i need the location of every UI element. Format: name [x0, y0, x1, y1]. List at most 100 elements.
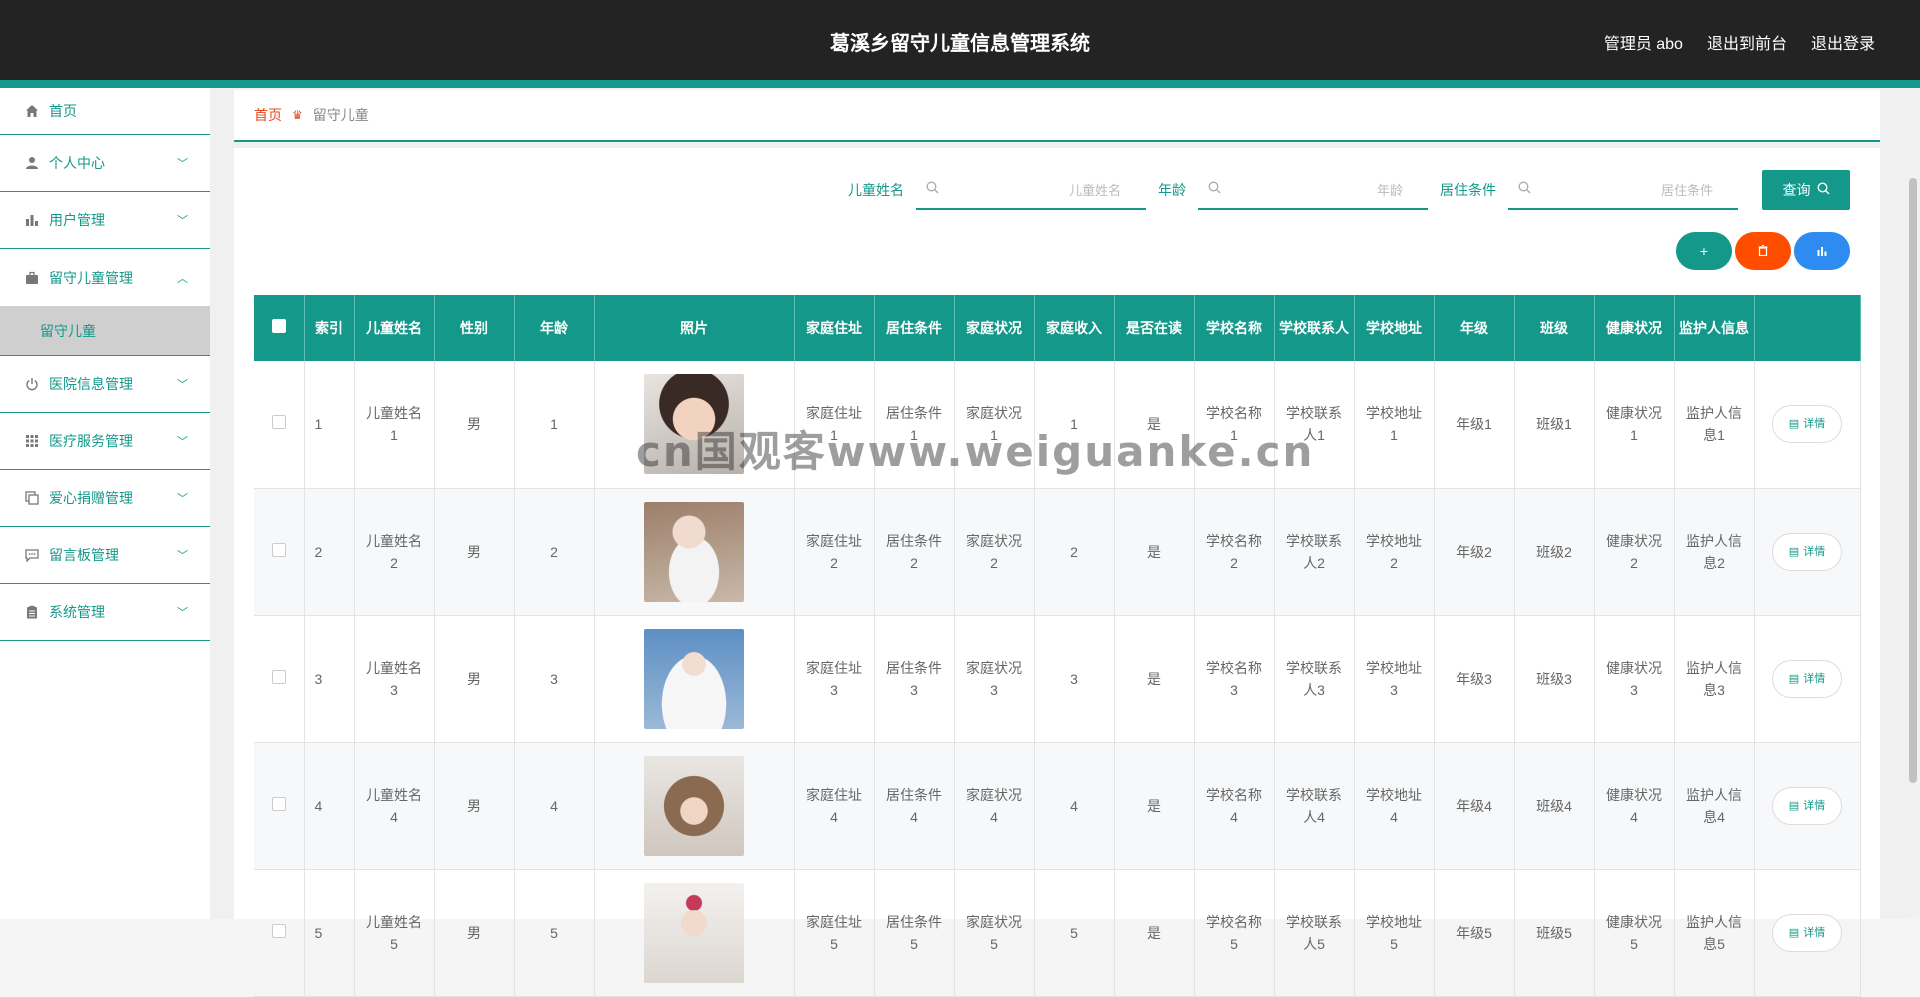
column-header: 监护人信息	[1674, 295, 1755, 361]
living-search-field	[1508, 170, 1738, 210]
breadcrumb-home[interactable]: 首页	[254, 105, 282, 125]
sidebar-item-message-board[interactable]: 留言板管理 ﹀	[0, 527, 210, 584]
detail-button[interactable]: ▤ 详情	[1771, 786, 1843, 825]
cell-school-address: 学校地址2	[1354, 488, 1435, 616]
briefcase-icon	[24, 270, 40, 286]
sidebar-item-label: 医疗服务管理	[49, 433, 133, 449]
age-search-input[interactable]	[1228, 178, 1403, 202]
chevron-down-icon: ﹀	[177, 436, 188, 448]
cell-class: 班级1	[1514, 361, 1595, 489]
search-icon	[1518, 181, 1531, 199]
column-header: 学校名称	[1194, 295, 1275, 361]
table-row: 1 儿童姓名1 男 1 家庭住址1 居住条件1 家庭状况1 1 是 学校名称1	[254, 361, 1861, 489]
back-to-front-link[interactable]: 退出到前台	[1707, 30, 1787, 54]
cell-school: 学校名称2	[1194, 488, 1275, 616]
age-label: 年龄	[1158, 182, 1186, 198]
cell-actions: ▤ 详情	[1754, 361, 1861, 489]
document-icon: ▤	[1788, 418, 1800, 431]
column-header: 家庭状况	[954, 295, 1035, 361]
cell-gender: 男	[434, 615, 515, 743]
row-checkbox[interactable]	[271, 415, 286, 430]
grid-icon	[24, 433, 40, 449]
table-header-row: 索引 儿童姓名 性别 年龄 照片 家庭住址 居住条件 家庭状况 家庭收入 是否在…	[254, 295, 1861, 361]
column-header: 家庭收入	[1034, 295, 1115, 361]
sidebar-item-hospital-management[interactable]: 医院信息管理 ﹀	[0, 356, 210, 413]
row-checkbox[interactable]	[271, 796, 286, 811]
age-search-field	[1198, 170, 1428, 210]
cell-photo	[594, 869, 795, 997]
search-bar: 儿童姓名 年龄 居住条件 查询	[848, 170, 1850, 210]
cell-class: 班级3	[1514, 615, 1595, 743]
child-photo[interactable]	[644, 755, 744, 856]
plus-icon: +	[1699, 243, 1709, 259]
detail-label: 详情	[1803, 418, 1826, 431]
cell-income: 5	[1034, 869, 1115, 997]
crown-icon: ♛	[292, 108, 303, 122]
child-photo[interactable]	[644, 374, 744, 475]
living-label: 居住条件	[1440, 182, 1496, 198]
child-photo[interactable]	[644, 501, 744, 602]
column-header: 家庭住址	[794, 295, 875, 361]
row-select-cell	[254, 615, 305, 743]
cell-actions: ▤ 详情	[1754, 742, 1861, 870]
children-table-wrapper: 索引 儿童姓名 性别 年龄 照片 家庭住址 居住条件 家庭状况 家庭收入 是否在…	[254, 295, 1861, 997]
row-checkbox[interactable]	[271, 669, 286, 684]
cell-living: 居住条件5	[874, 869, 955, 997]
cell-living: 居住条件3	[874, 615, 955, 743]
detail-button[interactable]: ▤ 详情	[1771, 532, 1843, 571]
add-button[interactable]: +	[1676, 232, 1732, 270]
row-select-cell	[254, 742, 305, 870]
query-button[interactable]: 查询	[1762, 170, 1850, 210]
cell-name: 儿童姓名2	[354, 488, 435, 616]
delete-button[interactable]	[1735, 232, 1791, 270]
cell-grade: 年级3	[1434, 615, 1515, 743]
cell-contact: 学校联系人1	[1274, 361, 1355, 489]
column-header: 儿童姓名	[354, 295, 435, 361]
top-actions: 管理员 abo 退出到前台 退出登录	[1604, 30, 1875, 54]
bar-chart-icon	[24, 212, 40, 228]
scrollbar-thumb[interactable]	[1909, 178, 1917, 783]
logout-link[interactable]: 退出登录	[1811, 30, 1875, 54]
cell-photo	[594, 742, 795, 870]
cell-index: 4	[304, 742, 355, 870]
cell-actions: ▤ 详情	[1754, 615, 1861, 743]
search-icon	[1816, 182, 1830, 198]
detail-button[interactable]: ▤ 详情	[1771, 659, 1843, 698]
cell-grade: 年级4	[1434, 742, 1515, 870]
detail-button[interactable]: ▤ 详情	[1771, 913, 1843, 952]
column-header: 学校地址	[1354, 295, 1435, 361]
statistics-button[interactable]	[1794, 232, 1850, 270]
cell-school: 学校名称5	[1194, 869, 1275, 997]
select-all-checkbox[interactable]	[271, 319, 286, 333]
living-search-input[interactable]	[1538, 178, 1713, 202]
sidebar-item-children-management[interactable]: 留守儿童管理 ︿	[0, 249, 210, 306]
cell-family: 家庭状况4	[954, 742, 1035, 870]
cell-actions: ▤ 详情	[1754, 869, 1861, 997]
row-select-cell	[254, 361, 305, 489]
cell-class: 班级2	[1514, 488, 1595, 616]
cell-age: 2	[514, 488, 595, 616]
sidebar-item-home[interactable]: 首页	[0, 88, 210, 135]
cell-guardian: 监护人信息5	[1674, 869, 1755, 997]
child-photo[interactable]	[644, 882, 744, 983]
sidebar-item-personal-center[interactable]: 个人中心 ﹀	[0, 135, 210, 192]
child-photo[interactable]	[644, 628, 744, 729]
column-header: 性别	[434, 295, 515, 361]
cell-age: 3	[514, 615, 595, 743]
admin-username[interactable]: 管理员 abo	[1604, 30, 1683, 54]
name-search-input[interactable]	[946, 178, 1121, 202]
row-checkbox[interactable]	[271, 923, 286, 938]
sidebar-item-system-management[interactable]: 系统管理 ﹀	[0, 584, 210, 641]
cell-school: 学校名称4	[1194, 742, 1275, 870]
sidebar-item-donation[interactable]: 爱心捐赠管理 ﹀	[0, 470, 210, 527]
sidebar-item-medical-service[interactable]: 医疗服务管理 ﹀	[0, 413, 210, 470]
cell-school-address: 学校地址4	[1354, 742, 1435, 870]
sidebar-item-user-management[interactable]: 用户管理 ﹀	[0, 192, 210, 249]
detail-button[interactable]: ▤ 详情	[1771, 405, 1843, 444]
breadcrumb-current: 留守儿童	[312, 107, 369, 123]
cell-name: 儿童姓名4	[354, 742, 435, 870]
page-scrollbar[interactable]	[1906, 88, 1920, 919]
sidebar-subitem-children[interactable]: 留守儿童	[0, 306, 210, 356]
cell-name: 儿童姓名1	[354, 361, 435, 489]
row-checkbox[interactable]	[271, 542, 286, 557]
